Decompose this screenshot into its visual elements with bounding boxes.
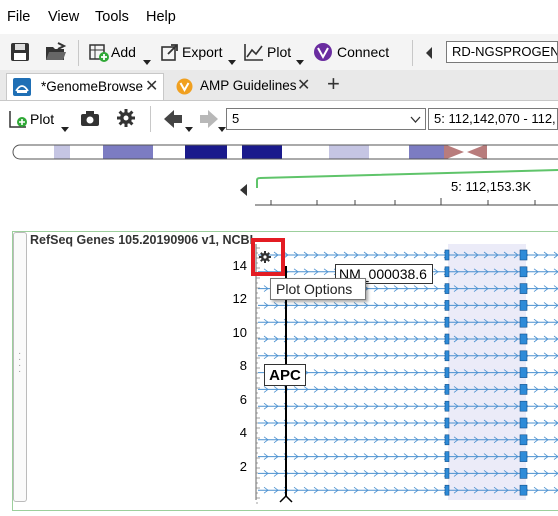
- exon: [444, 451, 450, 462]
- exon: [444, 350, 450, 362]
- exon: [444, 249, 450, 261]
- exon: [444, 266, 450, 278]
- export-button-label[interactable]: Export: [182, 44, 222, 60]
- plot-add-icon[interactable]: [8, 109, 30, 129]
- exon: [444, 434, 450, 446]
- exon: [444, 300, 450, 311]
- y-tick: 6: [239, 392, 247, 407]
- exon: [519, 266, 528, 278]
- connect-icon[interactable]: [313, 42, 333, 62]
- plot-dropdown-arrow[interactable]: [296, 60, 304, 65]
- menu-help[interactable]: Help: [146, 9, 176, 25]
- region-input[interactable]: 5: 112,142,070 - 112,: [428, 108, 558, 130]
- track-drag-handle[interactable]: · · · ·: [13, 232, 27, 502]
- close-icon[interactable]: ✕: [145, 74, 158, 100]
- exon: [519, 400, 528, 412]
- exon: [519, 484, 528, 496]
- exon: [519, 249, 528, 261]
- exon: [444, 283, 450, 294]
- exon: [519, 300, 528, 311]
- exon: [444, 468, 450, 479]
- exon: [444, 400, 450, 412]
- toolbar-separator: [150, 106, 151, 132]
- y-tick: 4: [239, 425, 247, 440]
- gene-stem-end: [279, 494, 293, 503]
- menu-file[interactable]: File: [7, 9, 30, 25]
- exon: [444, 333, 450, 345]
- position-ruler: 5: 112,153.3K: [0, 162, 558, 212]
- add-button-label[interactable]: Add: [111, 44, 136, 60]
- tab-amp-guidelines-label: AMP Guidelines: [200, 78, 297, 93]
- exon: [444, 316, 450, 328]
- toolbar-separator: [412, 40, 413, 66]
- chromosome-select[interactable]: 5: [226, 108, 426, 130]
- back-arrow-icon[interactable]: [162, 109, 184, 129]
- toolbar-separator: [78, 40, 79, 66]
- forward-dropdown-arrow[interactable]: [218, 127, 226, 132]
- export-dropdown-arrow[interactable]: [228, 60, 236, 65]
- save-icon[interactable]: [10, 42, 30, 62]
- forward-arrow-icon[interactable]: [198, 109, 220, 129]
- chevron-down-icon[interactable]: [410, 116, 421, 123]
- tab-genomebrowse[interactable]: *GenomeBrowse ✕: [6, 73, 164, 100]
- add-icon[interactable]: [88, 42, 110, 62]
- grip-icon: · · · ·: [18, 348, 22, 377]
- exon: [519, 350, 528, 362]
- main-toolbar: Add Export Plot Connect RD-NGSPROGENIT: [0, 34, 558, 70]
- exon: [444, 417, 450, 429]
- tab-bar: *GenomeBrowse ✕ AMP Guidelines ✕ +: [0, 70, 558, 101]
- chromosome-ideogram[interactable]: [12, 144, 558, 160]
- exon: [519, 367, 528, 378]
- browser-toolbar: Plot 5 5: 112,142,070 - 112,: [0, 101, 558, 135]
- plot-chart-icon[interactable]: [243, 42, 265, 62]
- y-tick: 2: [239, 459, 247, 474]
- gene-label: APC: [264, 364, 306, 386]
- open-folder-icon[interactable]: [44, 41, 68, 63]
- tab-genomebrowse-label: *GenomeBrowse: [41, 79, 144, 94]
- ruler-position-label: 5: 112,153.3K: [451, 179, 531, 194]
- collapse-left-icon[interactable]: [424, 46, 434, 60]
- back-dropdown-arrow[interactable]: [185, 127, 193, 132]
- add-dropdown-arrow[interactable]: [143, 60, 151, 65]
- plot-options-tooltip: Plot Options: [270, 278, 366, 300]
- close-icon[interactable]: ✕: [297, 73, 310, 99]
- genomebrowse-icon: [13, 78, 31, 96]
- exon: [444, 484, 450, 496]
- exon: [519, 468, 528, 479]
- menu-tools[interactable]: Tools: [95, 9, 129, 25]
- project-combo[interactable]: RD-NGSPROGENIT: [446, 41, 558, 63]
- exon: [519, 283, 528, 294]
- export-icon[interactable]: [160, 42, 180, 62]
- exon: [519, 417, 528, 429]
- gear-icon[interactable]: [116, 108, 136, 128]
- track-title: RefSeq Genes 105.20190906 v1, NCBI: [30, 233, 254, 247]
- exon: [519, 316, 528, 328]
- exon: [519, 434, 528, 446]
- exon: [444, 384, 450, 395]
- tab-amp-guidelines[interactable]: AMP Guidelines ✕: [170, 73, 325, 100]
- add-plot-label[interactable]: Plot: [30, 111, 54, 127]
- y-tick: 12: [232, 291, 247, 306]
- exon: [444, 367, 450, 378]
- y-tick: 14: [232, 258, 247, 273]
- camera-icon[interactable]: [80, 110, 100, 127]
- exon: [519, 333, 528, 345]
- exon: [519, 451, 528, 462]
- menu-view[interactable]: View: [48, 9, 79, 25]
- add-tab-icon[interactable]: +: [327, 71, 340, 97]
- plot-button-label[interactable]: Plot: [267, 44, 291, 60]
- amp-guidelines-icon: [176, 78, 193, 95]
- connect-button-label[interactable]: Connect: [337, 44, 389, 60]
- scroll-left-icon[interactable]: [239, 183, 248, 197]
- y-tick: 10: [232, 325, 247, 340]
- plot-dropdown-arrow[interactable]: [61, 127, 69, 132]
- exon: [519, 384, 528, 395]
- y-tick: 8: [239, 358, 247, 373]
- plot-options-highlight: [251, 238, 285, 276]
- menu-bar: File View Tools Help: [0, 0, 558, 34]
